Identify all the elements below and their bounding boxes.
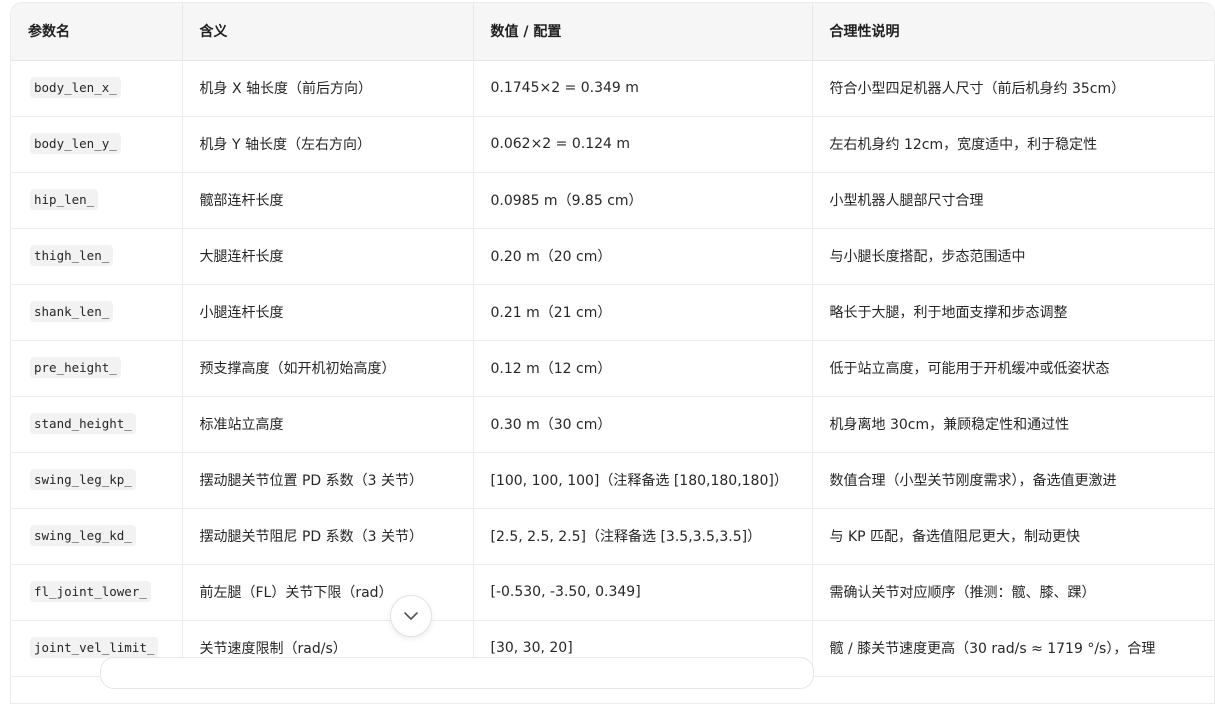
table-row: stand_height_ 标准站立高度 0.30 m（30 cm） 机身离地 30c…: [11, 396, 1214, 453]
param-name: swing_leg_kd_: [30, 525, 136, 546]
param-name-cell: swing_leg_kp_: [11, 452, 183, 509]
param-name: swing_leg_kp_: [30, 469, 136, 490]
table-row: fl_joint_lower_ 前左腿（FL）关节下限（rad） [-0.530, …: [11, 564, 1214, 621]
param-rationale: 需确认关节对应顺序（推测：髋、膝、踝）: [812, 564, 1214, 621]
table-row: pre_height_ 预支撑高度（如开机初始高度） 0.12 m（12 cm） 低于…: [11, 340, 1214, 397]
param-meaning: 摆动腿关节位置 PD 系数（3 关节）: [182, 452, 474, 509]
scroll-down-button[interactable]: [390, 595, 432, 637]
param-meaning: 标准站立高度: [182, 396, 474, 453]
table-row: swing_leg_kd_ 摆动腿关节阻尼 PD 系数（3 关节） [2.5, 2.…: [11, 508, 1214, 565]
param-value: 0.21 m（21 cm）: [473, 284, 813, 341]
header-value: 数值 / 配置: [473, 3, 813, 61]
param-rationale: 髋 / 膝关节速度更高（30 rad/s ≈ 1719 °/s），合理: [812, 620, 1214, 677]
header-meaning: 含义: [182, 3, 474, 61]
param-value: 0.0985 m（9.85 cm）: [473, 172, 813, 229]
param-name: body_len_x_: [30, 77, 121, 98]
param-rationale: 左右机身约 12cm，宽度适中，利于稳定性: [812, 116, 1214, 173]
table-row: hip_len_ 髋部连杆长度 0.0985 m（9.85 cm） 小型机器人腿部尺寸…: [11, 172, 1214, 229]
param-value: 0.1745×2 = 0.349 m: [473, 60, 813, 117]
param-rationale: 略长于大腿，利于地面支撑和步态调整: [812, 284, 1214, 341]
param-rationale: 小型机器人腿部尺寸合理: [812, 172, 1214, 229]
param-meaning: 机身 Y 轴长度（左右方向）: [182, 116, 474, 173]
param-rationale: 数值合理（小型关节刚度需求），备选值更激进: [812, 452, 1214, 509]
param-name: joint_vel_limit_: [30, 637, 159, 658]
param-meaning: 机身 X 轴长度（前后方向）: [182, 60, 474, 117]
param-name: shank_len_: [30, 301, 114, 322]
table-row: thigh_len_ 大腿连杆长度 0.20 m（20 cm） 与小腿长度搭配，步态范…: [11, 228, 1214, 285]
param-name-cell: hip_len_: [11, 172, 183, 229]
param-name: stand_height_: [30, 413, 136, 434]
param-meaning: 小腿连杆长度: [182, 284, 474, 341]
param-name: body_len_y_: [30, 133, 121, 154]
param-name: hip_len_: [30, 189, 99, 210]
param-rationale: 符合小型四足机器人尺寸（前后机身约 35cm）: [812, 60, 1214, 117]
table-row: shank_len_ 小腿连杆长度 0.21 m（21 cm） 略长于大腿，利于地面支…: [11, 284, 1214, 341]
param-value: [2.5, 2.5, 2.5]（注释备选 [3.5,3.5,3.5]）: [473, 508, 813, 565]
param-value: 0.062×2 = 0.124 m: [473, 116, 813, 173]
param-name-cell: stand_height_: [11, 396, 183, 453]
parameter-table: 参数名 含义 数值 / 配置 合理性说明 body_len_x_ 机身 X 轴长度…: [11, 3, 1214, 677]
param-name-cell: shank_len_: [11, 284, 183, 341]
param-name-cell: body_len_y_: [11, 116, 183, 173]
table-body: body_len_x_ 机身 X 轴长度（前后方向） 0.1745×2 = 0.34…: [11, 60, 1214, 677]
param-rationale: 与小腿长度搭配，步态范围适中: [812, 228, 1214, 285]
param-rationale: 低于站立高度，可能用于开机缓冲或低姿状态: [812, 340, 1214, 397]
param-name: fl_joint_lower_: [30, 581, 151, 602]
param-name-cell: fl_joint_lower_: [11, 564, 183, 621]
chat-input-edge[interactable]: [100, 657, 814, 689]
param-name-cell: thigh_len_: [11, 228, 183, 285]
parameter-table-container: 参数名 含义 数值 / 配置 合理性说明 body_len_x_ 机身 X 轴长度…: [10, 2, 1215, 704]
param-name-cell: pre_height_: [11, 340, 183, 397]
table-header-row: 参数名 含义 数值 / 配置 合理性说明: [11, 3, 1214, 61]
param-value: [100, 100, 100]（注释备选 [180,180,180]）: [473, 452, 813, 509]
param-value: 0.30 m（30 cm）: [473, 396, 813, 453]
param-value: [-0.530, -3.50, 0.349]: [473, 564, 813, 621]
param-name-cell: swing_leg_kd_: [11, 508, 183, 565]
param-meaning: 预支撑高度（如开机初始高度）: [182, 340, 474, 397]
param-name: pre_height_: [30, 357, 121, 378]
table-row: body_len_x_ 机身 X 轴长度（前后方向） 0.1745×2 = 0.34…: [11, 60, 1214, 117]
table-row: body_len_y_ 机身 Y 轴长度（左右方向） 0.062×2 = 0.124…: [11, 116, 1214, 173]
header-rationale: 合理性说明: [812, 3, 1214, 61]
param-value: 0.12 m（12 cm）: [473, 340, 813, 397]
param-meaning: 大腿连杆长度: [182, 228, 474, 285]
param-meaning: 摆动腿关节阻尼 PD 系数（3 关节）: [182, 508, 474, 565]
header-param-name: 参数名: [11, 3, 183, 61]
param-name-cell: body_len_x_: [11, 60, 183, 117]
param-meaning: 髋部连杆长度: [182, 172, 474, 229]
table-row: swing_leg_kp_ 摆动腿关节位置 PD 系数（3 关节） [100, 10…: [11, 452, 1214, 509]
param-name: thigh_len_: [30, 245, 114, 266]
param-rationale: 与 KP 匹配，备选值阻尼更大，制动更快: [812, 508, 1214, 565]
param-value: 0.20 m（20 cm）: [473, 228, 813, 285]
param-rationale: 机身离地 30cm，兼顾稳定性和通过性: [812, 396, 1214, 453]
chevron-down-icon: [404, 612, 418, 620]
